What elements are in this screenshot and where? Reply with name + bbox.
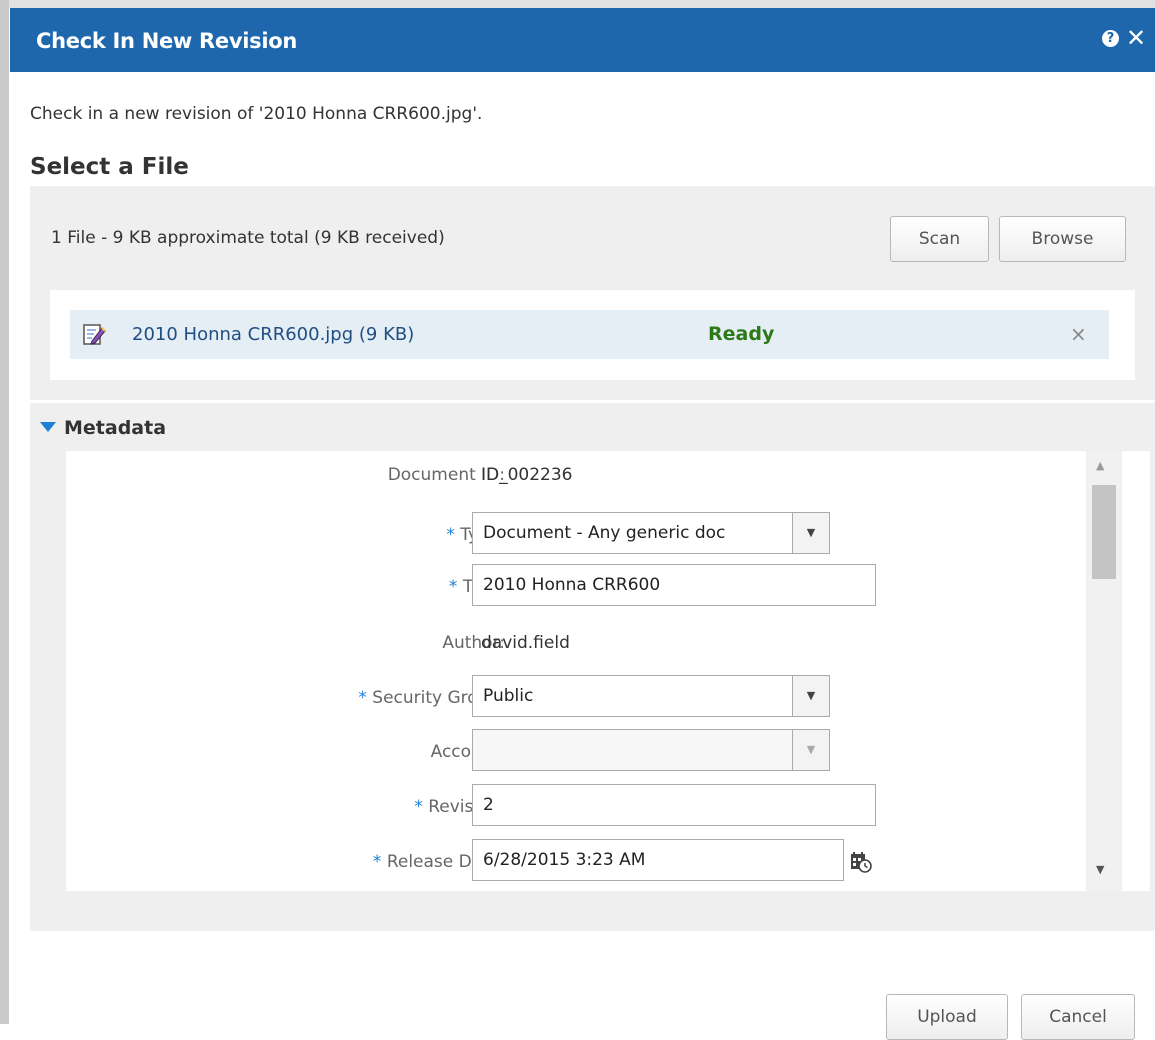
security-group-select[interactable]: Public ▼	[472, 675, 830, 717]
select-file-heading: Select a File	[30, 154, 189, 180]
file-name-link[interactable]: 2010 Honna CRR600.jpg (9 KB)	[132, 324, 414, 345]
metadata-panel: Metadata Document ID: ID_002236 * Type: …	[30, 403, 1155, 931]
revision-input[interactable]: 2	[472, 784, 876, 826]
author-value: david.field	[481, 633, 570, 653]
file-panel: 1 File - 9 KB approximate total (9 KB re…	[30, 186, 1155, 400]
calendar-clock-icon[interactable]	[850, 851, 872, 873]
metadata-toggle[interactable]: Metadata	[40, 417, 166, 439]
upload-button[interactable]: Upload	[886, 994, 1008, 1040]
scroll-thumb[interactable]	[1092, 485, 1116, 579]
required-marker: *	[414, 797, 423, 817]
scan-button[interactable]: Scan	[890, 216, 989, 262]
document-id-value: ID_002236	[481, 465, 573, 485]
check-in-dialog: Check In New Revision ? ✕ Check in a new…	[10, 8, 1155, 1040]
chevron-down-icon[interactable]: ▼	[792, 730, 829, 770]
file-edit-icon	[83, 324, 106, 345]
collapse-triangle-icon	[40, 421, 56, 432]
metadata-scrollbar[interactable]: ▲ ▼	[1086, 451, 1122, 891]
type-select[interactable]: Document - Any generic doc ▼	[472, 512, 830, 554]
file-summary: 1 File - 9 KB approximate total (9 KB re…	[51, 228, 445, 248]
instruction-text: Check in a new revision of '2010 Honna C…	[30, 104, 483, 124]
browse-button[interactable]: Browse	[999, 216, 1126, 262]
close-icon[interactable]: ✕	[1126, 24, 1146, 52]
help-icon[interactable]: ?	[1102, 30, 1119, 47]
security-group-value: Public	[483, 686, 534, 706]
dialog-titlebar: Check In New Revision ? ✕	[10, 8, 1155, 72]
chevron-down-icon[interactable]: ▼	[792, 513, 829, 553]
revision-value: 2	[483, 795, 494, 815]
release-date-input[interactable]: 6/28/2015 3:23 AM	[472, 839, 844, 881]
file-row: 2010 Honna CRR600.jpg (9 KB) Ready ×	[70, 310, 1109, 359]
window-top-edge	[0, 0, 1155, 8]
release-date-value: 6/28/2015 3:23 AM	[483, 850, 646, 870]
remove-file-icon[interactable]: ×	[1070, 322, 1087, 346]
scroll-down-icon[interactable]: ▼	[1096, 863, 1104, 876]
title-value: 2010 Honna CRR600	[483, 575, 661, 595]
metadata-form: Document ID: ID_002236 * Type: Document …	[66, 451, 1150, 891]
required-marker: *	[358, 688, 367, 708]
required-marker: *	[446, 525, 455, 545]
cancel-button[interactable]: Cancel	[1021, 994, 1135, 1040]
file-list: 2010 Honna CRR600.jpg (9 KB) Ready ×	[50, 290, 1135, 380]
chevron-down-icon[interactable]: ▼	[792, 676, 829, 716]
required-marker: *	[372, 852, 382, 872]
window-left-edge	[0, 0, 9, 1024]
scroll-up-icon[interactable]: ▲	[1096, 459, 1104, 472]
account-select[interactable]: ▼	[472, 729, 830, 771]
title-input[interactable]: 2010 Honna CRR600	[472, 564, 876, 606]
file-status: Ready	[708, 323, 775, 345]
dialog-title: Check In New Revision	[36, 29, 298, 53]
metadata-heading: Metadata	[64, 417, 167, 439]
required-marker: *	[448, 577, 458, 597]
type-value: Document - Any generic doc	[483, 523, 726, 543]
